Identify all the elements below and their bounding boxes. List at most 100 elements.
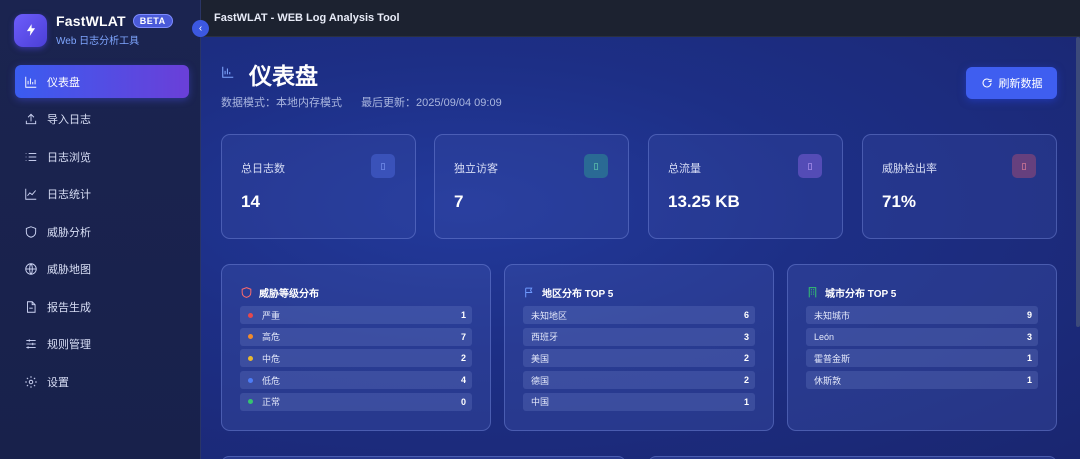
row-label: 低危 xyxy=(262,375,281,386)
sidebar-item-label: 威胁分析 xyxy=(47,226,91,239)
sidebar-item-log-stats[interactable]: 日志统计 xyxy=(15,178,189,211)
list-item: 低危 4 xyxy=(240,371,472,390)
app-subtitle: Web 日志分析工具 xyxy=(56,36,140,47)
sidebar-item-rules[interactable]: 规则管理 xyxy=(15,328,189,361)
severity-dot xyxy=(248,399,253,405)
lightning-icon xyxy=(14,13,47,47)
row-count: 2 xyxy=(743,353,749,364)
sliders-icon xyxy=(24,337,38,351)
row-count: 3 xyxy=(1026,331,1032,342)
list-item: 正常 0 xyxy=(240,392,472,411)
sidebar-item-label: 威胁地图 xyxy=(47,264,91,276)
collapse-sidebar-button[interactable]: ‹ xyxy=(192,20,209,37)
list-item: 西班牙 3 xyxy=(523,327,755,346)
shield-icon xyxy=(241,287,252,298)
trend-icon xyxy=(24,187,38,201)
bar-chart-icon xyxy=(24,75,38,89)
app-name: FastWLAT xyxy=(56,13,126,29)
row-count: 1 xyxy=(1026,353,1032,364)
stat-label: 独立访客 xyxy=(454,163,498,175)
sidebar-item-label: 规则管理 xyxy=(47,339,91,351)
refresh-button[interactable]: 刷新数据 xyxy=(966,67,1057,99)
row-count: 9 xyxy=(1026,310,1032,320)
sidebar-item-label: 仪表盘 xyxy=(47,76,80,89)
sidebar-item-label: 设置 xyxy=(47,376,69,389)
scrollbar[interactable] xyxy=(1076,37,1080,327)
row-count: 2 xyxy=(460,353,466,364)
chevron-left-icon: ‹ xyxy=(198,23,203,34)
warning-icon: ▯ xyxy=(1012,154,1036,178)
list-item: 高危 7 xyxy=(240,327,472,346)
refresh-icon xyxy=(982,78,991,88)
city-panel: 城市分布 TOP 5 未知城市 9 León 3 霍普金斯 1 休斯敦 1 xyxy=(787,264,1057,431)
list-item: 未知城市 9 xyxy=(806,306,1038,324)
main-content: 仪表盘 数据模式：本地内存模式 最后更新：2025/09/04 09:09 刷新… xyxy=(201,37,1080,459)
upload-icon xyxy=(24,112,38,126)
row-count: 0 xyxy=(460,396,466,407)
list-item: 未知地区 6 xyxy=(523,306,755,324)
sidebar-item-import-logs[interactable]: 导入日志 xyxy=(15,103,189,136)
stat-value: 7 xyxy=(454,192,464,211)
document-icon xyxy=(24,300,38,314)
sidebar-item-report[interactable]: 报告生成 xyxy=(15,290,189,323)
sidebar-nav: 仪表盘 导入日志 日志浏览 日志统计 威胁分析 威胁地图 报告生成 规则管理 设… xyxy=(15,65,189,403)
row-count: 1 xyxy=(743,396,749,407)
stat-label: 威胁检出率 xyxy=(882,163,937,175)
building-icon xyxy=(808,287,817,298)
list-item: 中国 1 xyxy=(523,392,755,411)
users-icon: ▯ xyxy=(584,154,608,178)
row-label: 中国 xyxy=(531,397,550,408)
row-label: León xyxy=(814,331,835,342)
database-icon: ▯ xyxy=(798,154,822,178)
row-label: 中危 xyxy=(262,353,281,364)
sidebar-item-dashboard[interactable]: 仪表盘 xyxy=(15,65,189,98)
row-count: 3 xyxy=(743,331,749,342)
row-label: 未知城市 xyxy=(814,310,851,321)
beta-badge: BETA xyxy=(132,14,173,28)
sidebar-item-label: 导入日志 xyxy=(47,114,91,126)
globe-icon xyxy=(24,262,38,276)
threat-level-panel: 威胁等级分布 严重 1 高危 7 中危 2 低危 4 正常 0 xyxy=(221,264,491,431)
severity-dot xyxy=(248,312,253,318)
shield-icon xyxy=(24,225,38,239)
sidebar-item-settings[interactable]: 设置 xyxy=(15,365,189,398)
sidebar-item-label: 报告生成 xyxy=(47,301,91,314)
row-count: 2 xyxy=(743,375,749,386)
page-title: 仪表盘 xyxy=(249,63,318,89)
bar-chart-icon xyxy=(221,65,235,84)
sidebar-item-threat-analysis[interactable]: 威胁分析 xyxy=(15,215,189,248)
row-label: 正常 xyxy=(262,397,281,408)
severity-dot xyxy=(248,377,253,383)
stat-label: 总流量 xyxy=(668,163,701,175)
title-bar: FastWLAT - WEB Log Analysis Tool xyxy=(201,0,1080,37)
row-count: 6 xyxy=(743,310,749,320)
list-item: 美国 2 xyxy=(523,349,755,368)
last-update: 最后更新：2025/09/04 09:09 xyxy=(361,97,502,109)
stat-card-total-logs: 总日志数 14 ▯ xyxy=(221,134,416,239)
severity-dot xyxy=(248,355,253,361)
data-mode: 数据模式：本地内存模式 xyxy=(221,97,342,109)
flag-icon xyxy=(525,287,533,298)
panel-title: 威胁等级分布 xyxy=(259,289,319,300)
stat-label: 总日志数 xyxy=(241,163,285,175)
list-icon xyxy=(24,150,38,164)
list-item: 霍普金斯 1 xyxy=(806,349,1038,368)
panel-title: 城市分布 TOP 5 xyxy=(825,289,897,300)
page-meta: 数据模式：本地内存模式 最后更新：2025/09/04 09:09 xyxy=(221,94,502,110)
row-count: 1 xyxy=(1026,375,1032,386)
sidebar-item-threat-map[interactable]: 威胁地图 xyxy=(15,253,189,286)
refresh-label: 刷新数据 xyxy=(998,78,1043,90)
row-count: 1 xyxy=(460,310,466,320)
list-item: 德国 2 xyxy=(523,371,755,390)
sidebar: FastWLAT BETA Web 日志分析工具 仪表盘 导入日志 日志浏览 日… xyxy=(0,0,201,459)
list-item: León 3 xyxy=(806,327,1038,346)
list-item: 中危 2 xyxy=(240,349,472,368)
brand: FastWLAT BETA Web 日志分析工具 xyxy=(14,13,173,47)
sidebar-item-log-browse[interactable]: 日志浏览 xyxy=(15,140,189,173)
gear-icon xyxy=(24,375,38,389)
row-label: 德国 xyxy=(531,375,550,386)
list-item: 严重 1 xyxy=(240,306,472,324)
window-title: FastWLAT - WEB Log Analysis Tool xyxy=(214,12,400,24)
row-count: 4 xyxy=(460,375,466,386)
file-icon: ▯ xyxy=(371,154,395,178)
